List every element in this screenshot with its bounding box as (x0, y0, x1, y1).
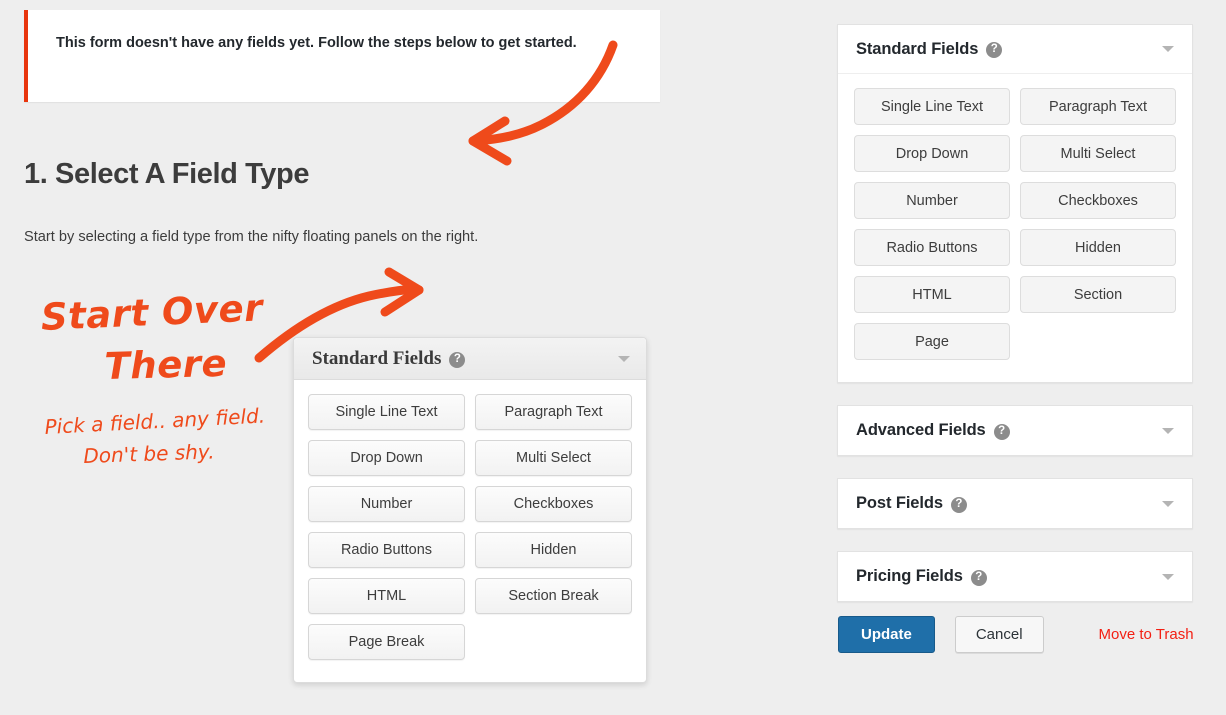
field-button[interactable]: Paragraph Text (1020, 88, 1176, 125)
annotation-there: There (104, 341, 228, 388)
annotation-pick-a-field: Pick a field.. any field. (44, 403, 266, 439)
floating-standard-fields-panel: Standard Fields ? Single Line Text Paragr… (293, 337, 647, 683)
sidebar-panel-header[interactable]: Standard Fields? (838, 25, 1192, 74)
chevron-down-icon[interactable] (1162, 500, 1174, 507)
field-button[interactable]: Section (1020, 276, 1176, 313)
field-button[interactable]: HTML (854, 276, 1010, 313)
help-icon[interactable]: ? (950, 496, 967, 513)
sidebar-panel: Pricing Fields? (837, 551, 1193, 602)
field-button[interactable]: Number (854, 182, 1010, 219)
field-button[interactable]: Hidden (475, 532, 632, 568)
sidebar-panel-header[interactable]: Post Fields? (838, 479, 1192, 528)
field-button[interactable]: Paragraph Text (475, 394, 632, 430)
floating-field-button-grid: Single Line Text Paragraph Text Drop Down M… (308, 394, 632, 660)
help-icon[interactable]: ? (986, 42, 1003, 58)
sidebar-panel: Standard Fields? Single Line Text Paragrap… (837, 24, 1193, 383)
sidebar-panel: Advanced Fields? (837, 405, 1193, 456)
field-button[interactable]: Radio Buttons (308, 532, 465, 568)
field-button[interactable]: Multi Select (475, 440, 632, 476)
move-to-trash-link[interactable]: Move to Trash (1099, 626, 1194, 643)
step-description: Start by selecting a field type from the… (24, 229, 479, 245)
field-button[interactable]: Drop Down (308, 440, 465, 476)
field-button[interactable]: Checkboxes (1020, 182, 1176, 219)
sidebar-panel-title: Pricing Fields (856, 567, 963, 585)
field-button[interactable]: Single Line Text (308, 394, 465, 430)
field-button[interactable]: Page Break (308, 624, 465, 660)
floating-panel-title: Standard Fields (312, 347, 442, 369)
field-button[interactable]: Radio Buttons (854, 229, 1010, 266)
chevron-down-icon[interactable] (618, 355, 630, 362)
field-button[interactable]: Drop Down (854, 135, 1010, 172)
field-button[interactable]: Checkboxes (475, 486, 632, 522)
left-content-column: This form doesn't have any fields yet. F… (24, 10, 660, 245)
field-button[interactable]: Hidden (1020, 229, 1176, 266)
help-icon[interactable]: ? (970, 569, 987, 586)
notice-message: This form doesn't have any fields yet. F… (56, 35, 577, 51)
sidebar-panel-header[interactable]: Advanced Fields? (838, 406, 1192, 455)
sidebar-panel-title: Advanced Fields (856, 421, 986, 439)
chevron-down-icon[interactable] (1162, 573, 1174, 580)
sidebar-panel-body: Single Line Text Paragraph Text Drop Down M… (838, 74, 1192, 382)
field-button[interactable]: Page (854, 323, 1010, 360)
floating-panel-header[interactable]: Standard Fields ? (294, 338, 646, 380)
sidebar-panel-header[interactable]: Pricing Fields? (838, 552, 1192, 601)
chevron-down-icon[interactable] (1162, 46, 1174, 52)
help-icon[interactable]: ? (449, 351, 466, 368)
sidebar-panel: Post Fields? (837, 478, 1193, 529)
field-button[interactable]: Multi Select (1020, 135, 1176, 172)
field-button[interactable]: HTML (308, 578, 465, 614)
page-title: 1. Select A Field Type (24, 158, 310, 190)
sidebar-panel-title: Post Fields (856, 494, 943, 512)
help-icon[interactable]: ? (993, 423, 1010, 440)
annotation-dont-be-shy: Don't be shy. (83, 439, 215, 468)
sidebar-panel-title: Standard Fields (856, 39, 979, 58)
floating-panel-body: Single Line Text Paragraph Text Drop Down M… (294, 380, 646, 682)
cancel-button[interactable]: Cancel (954, 616, 1044, 653)
form-action-row: Update Cancel Move to Trash (838, 616, 1194, 653)
field-button[interactable]: Number (308, 486, 465, 522)
annotation-start-over: Start Over (40, 286, 264, 339)
field-button[interactable]: Section Break (475, 578, 632, 614)
chevron-down-icon[interactable] (1162, 427, 1174, 434)
field-button[interactable]: Single Line Text (854, 88, 1010, 125)
update-button[interactable]: Update (838, 616, 935, 653)
right-sidebar: Standard Fields? Single Line Text Paragrap… (837, 24, 1193, 624)
sidebar-field-button-grid: Single Line Text Paragraph Text Drop Down M… (854, 88, 1176, 360)
empty-form-notice: This form doesn't have any fields yet. F… (24, 10, 660, 102)
